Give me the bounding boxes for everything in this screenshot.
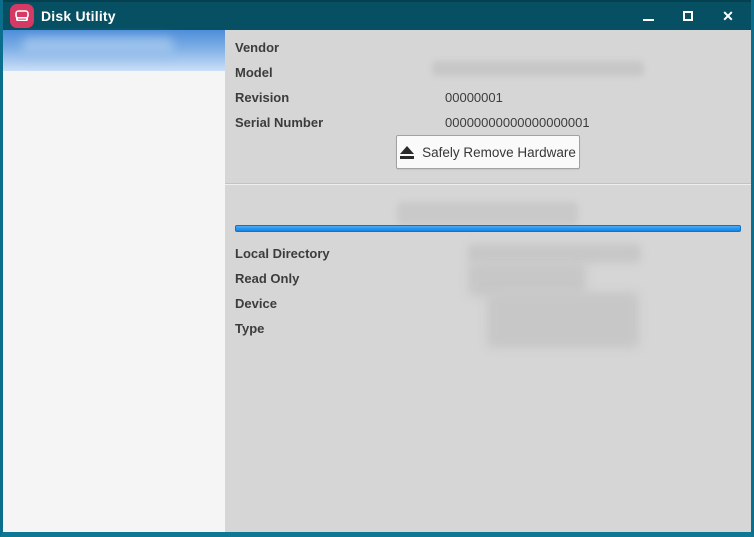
disk-drive-glyph <box>14 8 30 24</box>
redacted-local-directory-value <box>468 244 641 263</box>
section-separator <box>225 183 751 185</box>
device-label: Device <box>235 291 277 316</box>
safely-remove-hardware-label: Safely Remove Hardware <box>422 145 576 160</box>
sidebar-item-selected-device[interactable] <box>3 30 225 71</box>
type-label: Type <box>235 316 264 341</box>
volume-usage-bar <box>235 225 741 232</box>
serial-number-value: 00000000000000000001 <box>445 110 590 135</box>
field-row-serial-number: Serial Number 00000000000000000001 <box>225 110 751 135</box>
window-body: Vendor Model Revision 00000001 Serial Nu… <box>3 30 751 532</box>
close-button[interactable]: ✕ <box>717 5 739 27</box>
read-only-label: Read Only <box>235 266 299 291</box>
field-row-revision: Revision 00000001 <box>225 85 751 110</box>
eject-icon <box>400 146 414 159</box>
redacted-device-name <box>23 38 173 56</box>
minimize-button[interactable] <box>637 5 659 27</box>
vendor-label: Vendor <box>235 35 279 60</box>
redacted-volume-title <box>397 202 578 225</box>
safely-remove-hardware-button[interactable]: Safely Remove Hardware <box>396 135 580 169</box>
maximize-icon <box>683 11 693 21</box>
device-sidebar[interactable] <box>3 30 225 532</box>
field-row-vendor: Vendor <box>225 35 751 60</box>
disk-drive-icon <box>10 4 34 28</box>
window-title: Disk Utility <box>41 8 637 24</box>
revision-label: Revision <box>235 85 289 110</box>
redacted-mount-values <box>468 262 586 296</box>
maximize-button[interactable] <box>677 5 699 27</box>
model-label: Model <box>235 60 273 85</box>
redacted-model-value <box>432 61 644 76</box>
minimize-icon <box>643 19 654 21</box>
redacted-device-type-values <box>487 292 639 348</box>
serial-number-label: Serial Number <box>235 110 323 135</box>
device-details-panel: Vendor Model Revision 00000001 Serial Nu… <box>225 30 751 532</box>
local-directory-label: Local Directory <box>235 241 330 266</box>
close-icon: ✕ <box>722 9 734 23</box>
window-controls: ✕ <box>637 5 739 27</box>
disk-utility-window: Disk Utility ✕ Vendor Model Revision <box>0 0 754 537</box>
titlebar[interactable]: Disk Utility ✕ <box>3 0 751 30</box>
revision-value: 00000001 <box>445 85 503 110</box>
